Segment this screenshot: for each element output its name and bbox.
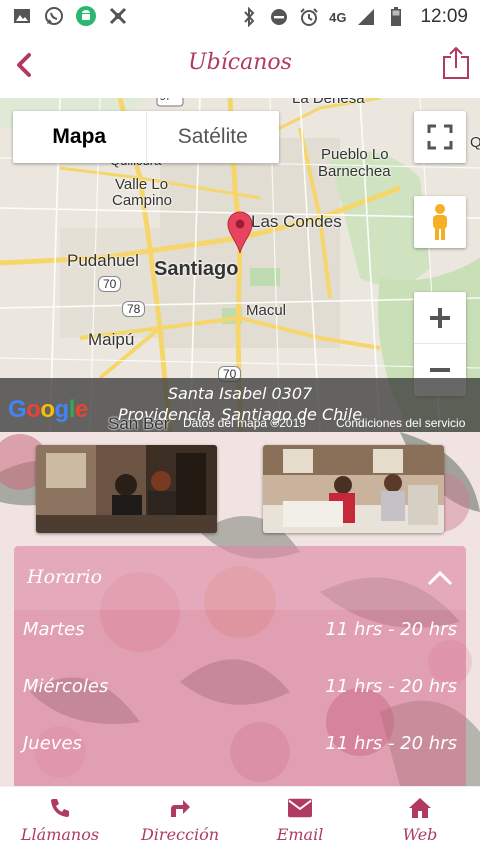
salon-photo-2-image (263, 445, 444, 533)
directions-label: Dirección (140, 824, 220, 844)
map-type-option-satellite[interactable]: Satélite (147, 111, 280, 163)
network-type: 4G (329, 9, 347, 25)
salon-photo-1[interactable] (36, 445, 217, 533)
salon-photo-2[interactable] (263, 445, 444, 533)
schedule-hours: 11 hrs - 20 hrs (325, 676, 457, 697)
map-label: La Dehesa (292, 98, 365, 107)
street-view-button[interactable] (414, 196, 466, 248)
map-data-credit: Datos del mapa ©2019 (183, 416, 306, 430)
android-icon (76, 6, 96, 26)
map-label: Barnechea (318, 163, 391, 180)
status-bar: 4G 12:09 (0, 0, 480, 34)
map-label: Maipú (88, 330, 135, 349)
home-icon (408, 797, 432, 819)
salon-photo-1-image (36, 445, 217, 533)
web-button[interactable]: Web (360, 787, 480, 853)
gallery-icon (12, 6, 32, 26)
share-button[interactable] (442, 46, 470, 80)
clock: 12:09 (420, 6, 468, 27)
signal-icon (356, 7, 376, 27)
bluetooth-icon (239, 7, 259, 27)
page-title: Ubícanos (188, 50, 292, 75)
map-label: Pueblo Lo (321, 146, 389, 163)
route-shield-78: 78 (122, 301, 146, 317)
map-label: Campino (112, 192, 173, 209)
schedule-row: Miércoles 11 hrs - 20 hrs (23, 668, 457, 708)
share-icon (443, 46, 469, 79)
alarm-icon (299, 7, 319, 27)
plus-icon (430, 307, 450, 328)
map-label: Macul (246, 302, 287, 319)
direction-arrow-icon (168, 797, 192, 819)
schedule-day: Martes (23, 619, 85, 640)
zoom-in-button[interactable] (414, 292, 466, 344)
schedule-header[interactable]: Horario (14, 546, 466, 610)
map-label: Las Condes (251, 212, 342, 231)
pegman-icon (433, 204, 447, 240)
schedule-hours: 11 hrs - 20 hrs (325, 733, 457, 754)
do-not-disturb-icon (269, 7, 289, 27)
schedule-hours: 11 hrs - 20 hrs (325, 619, 457, 640)
email-label: Email (276, 824, 324, 844)
map-label: San Ber (108, 414, 170, 432)
location-pin-icon[interactable] (226, 210, 254, 254)
app-header: Ubícanos (0, 34, 480, 98)
schedule-day: Miércoles (23, 676, 109, 697)
schedule-day: Jueves (23, 733, 82, 754)
map-type-toggle: Mapa Satélite (13, 111, 279, 163)
fullscreen-icon (427, 124, 453, 150)
crossed-tool-icon (108, 6, 128, 26)
map-label: Q (470, 134, 480, 151)
location-map[interactable]: La Dehesa 57 Pueblo Lo Barnechea Q Quili… (0, 98, 480, 432)
call-label: Llámanos (20, 824, 100, 844)
map-label: 57 (160, 98, 171, 103)
call-button[interactable]: Llámanos (0, 787, 120, 853)
chevron-up-icon (427, 570, 453, 586)
web-label: Web (402, 824, 438, 844)
fullscreen-button[interactable] (414, 111, 466, 163)
google-logo: Google (8, 396, 88, 423)
map-label: Valle Lo (115, 176, 169, 193)
schedule-title: Horario (27, 566, 103, 588)
email-button[interactable]: Email (240, 787, 360, 853)
map-label: Pudahuel (67, 251, 139, 270)
terms-of-service-link[interactable]: Condiciones del servicio (336, 416, 465, 430)
whatsapp-icon (44, 6, 64, 26)
envelope-icon (288, 797, 312, 819)
map-label: Santiago (154, 258, 239, 280)
phone-icon (48, 797, 72, 819)
schedule-row: Martes 11 hrs - 20 hrs (23, 611, 457, 651)
schedule-row: Jueves 11 hrs - 20 hrs (23, 725, 457, 765)
bottom-nav: Llámanos Dirección Email Web (0, 786, 480, 853)
battery-icon (386, 7, 406, 27)
schedule-panel: Horario Martes 11 hrs - 20 hrs Miércoles… (14, 546, 466, 786)
directions-button[interactable]: Dirección (120, 787, 240, 853)
content-area: Horario Martes 11 hrs - 20 hrs Miércoles… (0, 432, 480, 786)
map-type-option-map[interactable]: Mapa (13, 111, 147, 163)
route-shield-70: 70 (98, 276, 122, 292)
